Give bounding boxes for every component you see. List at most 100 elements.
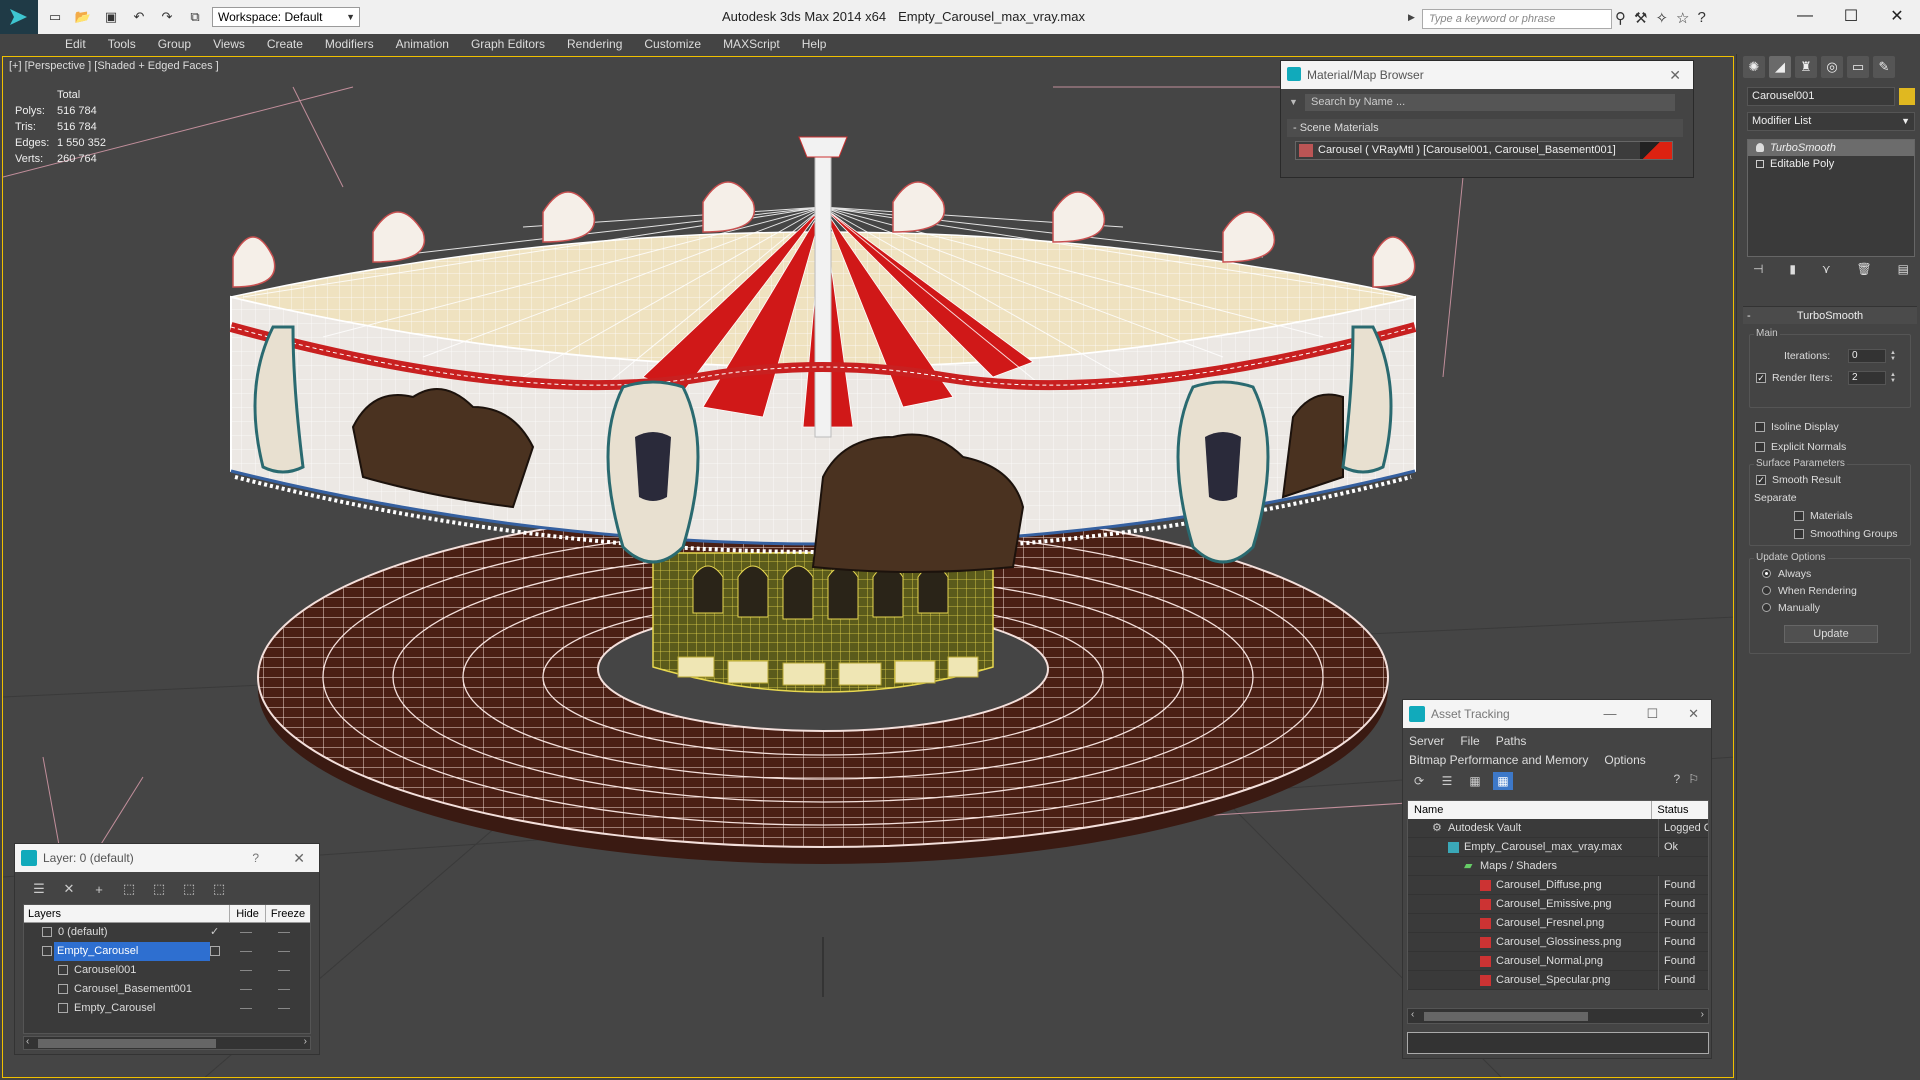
material-entry[interactable]: Carousel ( VRayMtl ) [Carousel001, Carou… <box>1295 141 1673 160</box>
material-search-input[interactable]: Search by Name ... <box>1305 94 1675 111</box>
add-to-layer-icon[interactable]: + <box>89 880 109 898</box>
scroll-left-icon[interactable]: ‹ <box>26 1036 29 1047</box>
hierarchy-tab-icon[interactable]: ♜ <box>1795 56 1817 78</box>
menu-file[interactable]: File <box>1460 732 1479 751</box>
viewport-label[interactable]: [+] [Perspective ] [Shaded + Edged Faces… <box>9 60 219 72</box>
table-view-icon[interactable]: ▦ <box>1493 772 1513 790</box>
spinner-arrows-icon[interactable]: ▲ ▼ <box>1890 372 1898 384</box>
close-icon[interactable]: ✕ <box>1688 700 1699 728</box>
search-expand-icon[interactable]: ▶ <box>1408 12 1415 23</box>
layer-row[interactable]: Carousel001 <box>24 961 310 980</box>
materials-checkbox[interactable] <box>1794 511 1804 521</box>
utilities-tab-icon[interactable]: ✎ <box>1873 56 1895 78</box>
favorites-icon[interactable]: ☆ <box>1676 9 1689 27</box>
layer-row[interactable]: Carousel_Basement001 <box>24 980 310 999</box>
col-status[interactable]: Status <box>1652 801 1708 819</box>
when-rendering-radio[interactable] <box>1762 586 1771 595</box>
close-icon[interactable]: ✕ <box>1669 61 1681 89</box>
menu-create[interactable]: Create <box>256 34 314 54</box>
workspace-dropdown[interactable]: Workspace: Default ▼ <box>212 7 360 27</box>
hide-toggle[interactable] <box>240 951 252 952</box>
lightbulb-icon[interactable] <box>1756 143 1764 152</box>
smoothing-groups-checkbox[interactable] <box>1794 529 1804 539</box>
configure-sets-icon[interactable]: ▤ <box>1898 262 1909 276</box>
stack-item-turbosmooth[interactable]: TurboSmooth <box>1748 140 1914 156</box>
thumbnail-view-icon[interactable]: ▦ <box>1465 772 1485 790</box>
asset-row[interactable]: Carousel_Fresnel.png Found <box>1408 914 1708 933</box>
show-end-result-icon[interactable]: ▮ <box>1789 262 1796 276</box>
stack-item-editable-poly[interactable]: Editable Poly <box>1748 156 1914 172</box>
menu-paths[interactable]: Paths <box>1496 732 1527 751</box>
spinner-arrows-icon[interactable]: ▲ ▼ <box>1890 350 1898 362</box>
hide-toggle[interactable] <box>240 989 252 990</box>
manually-radio[interactable] <box>1762 603 1771 612</box>
menu-options[interactable]: Options <box>1604 751 1645 770</box>
col-layers[interactable]: Layers <box>24 905 230 922</box>
subscription-icon[interactable]: ⚒ <box>1634 9 1647 27</box>
layer-row[interactable]: Empty_Carousel <box>24 999 310 1018</box>
col-name[interactable]: Name <box>1408 801 1653 819</box>
freeze-all-icon[interactable]: ⬚ <box>209 880 229 898</box>
render-iters-spinner[interactable]: 2 <box>1848 371 1886 385</box>
new-file-icon[interactable]: ▭ <box>44 7 66 27</box>
binoculars-icon[interactable]: ⚲ <box>1615 9 1626 27</box>
menu-help[interactable]: Help <box>791 34 838 54</box>
make-unique-icon[interactable]: ⋎ <box>1822 262 1831 276</box>
create-tab-icon[interactable]: ✺ <box>1743 56 1765 78</box>
select-layer-icon[interactable]: ⬚ <box>149 880 169 898</box>
freeze-toggle[interactable] <box>278 1008 290 1009</box>
explicit-normals-checkbox[interactable] <box>1755 442 1765 452</box>
menu-tools[interactable]: Tools <box>97 34 147 54</box>
freeze-toggle[interactable] <box>278 970 290 971</box>
scroll-right-icon[interactable]: › <box>304 1036 307 1047</box>
horizontal-scrollbar[interactable]: ‹ › <box>23 1036 311 1050</box>
hide-all-icon[interactable]: ⬚ <box>179 880 199 898</box>
hide-toggle[interactable] <box>240 1008 252 1009</box>
refresh-icon[interactable]: ⟳ <box>1409 772 1429 790</box>
freeze-toggle[interactable] <box>278 932 290 933</box>
delete-layer-icon[interactable]: ✕ <box>59 880 79 898</box>
asset-row[interactable]: Carousel_Specular.png Found <box>1408 971 1708 990</box>
menu-rendering[interactable]: Rendering <box>556 34 633 54</box>
menu-edit[interactable]: Edit <box>54 34 97 54</box>
menu-views[interactable]: Views <box>202 34 256 54</box>
redo-icon[interactable]: ↷ <box>156 7 178 27</box>
horizontal-scrollbar[interactable]: ‹ › <box>1407 1008 1709 1024</box>
object-name-field[interactable]: Carousel001 <box>1747 87 1895 106</box>
rollout-header[interactable]: - TurboSmooth <box>1743 306 1917 324</box>
iterations-spinner[interactable]: 0 <box>1848 349 1886 363</box>
menu-graph-editors[interactable]: Graph Editors <box>460 34 556 54</box>
close-icon[interactable]: ✕ <box>293 844 305 872</box>
open-file-icon[interactable]: 📂 <box>72 7 94 27</box>
col-hide[interactable]: Hide <box>230 905 266 922</box>
freeze-toggle[interactable] <box>278 951 290 952</box>
list-view-icon[interactable]: ☰ <box>1437 772 1457 790</box>
hide-toggle[interactable] <box>240 932 252 933</box>
minimize-icon[interactable]: — <box>1782 0 1828 32</box>
save-icon[interactable]: ▣ <box>100 7 122 27</box>
pin-stack-icon[interactable]: ⊣ <box>1753 262 1763 276</box>
asset-row[interactable]: Carousel_Glossiness.png Found <box>1408 933 1708 952</box>
expand-box-icon[interactable] <box>1756 160 1764 168</box>
asset-row[interactable]: Carousel_Normal.png Found <box>1408 952 1708 971</box>
menu-modifiers[interactable]: Modifiers <box>314 34 385 54</box>
layer-manager-titlebar[interactable]: Layer: 0 (default) ? ✕ <box>15 844 319 872</box>
set-current-icon[interactable] <box>210 946 220 956</box>
display-tab-icon[interactable]: ▭ <box>1847 56 1869 78</box>
menu-group[interactable]: Group <box>147 34 202 54</box>
create-layer-icon[interactable]: ☰ <box>29 880 49 898</box>
close-icon[interactable]: ✕ <box>1874 0 1920 32</box>
scrollbar-thumb[interactable] <box>1424 1012 1588 1021</box>
menu-server[interactable]: Server <box>1409 732 1444 751</box>
asset-tracking-titlebar[interactable]: Asset Tracking — ☐ ✕ <box>1403 700 1711 728</box>
asset-row[interactable]: Carousel_Diffuse.png Found <box>1408 876 1708 895</box>
modifier-list-dropdown[interactable]: Modifier List ▼ <box>1747 112 1915 131</box>
freeze-toggle[interactable] <box>278 989 290 990</box>
help-icon[interactable]: ? <box>1697 9 1705 27</box>
col-freeze[interactable]: Freeze <box>266 905 310 922</box>
select-objects-icon[interactable]: ⬚ <box>119 880 139 898</box>
pin-icon[interactable]: ⚐ <box>1688 772 1699 786</box>
update-button[interactable]: Update <box>1784 625 1878 643</box>
scrollbar-thumb[interactable] <box>38 1039 216 1048</box>
communication-icon[interactable]: ✧ <box>1655 9 1668 27</box>
